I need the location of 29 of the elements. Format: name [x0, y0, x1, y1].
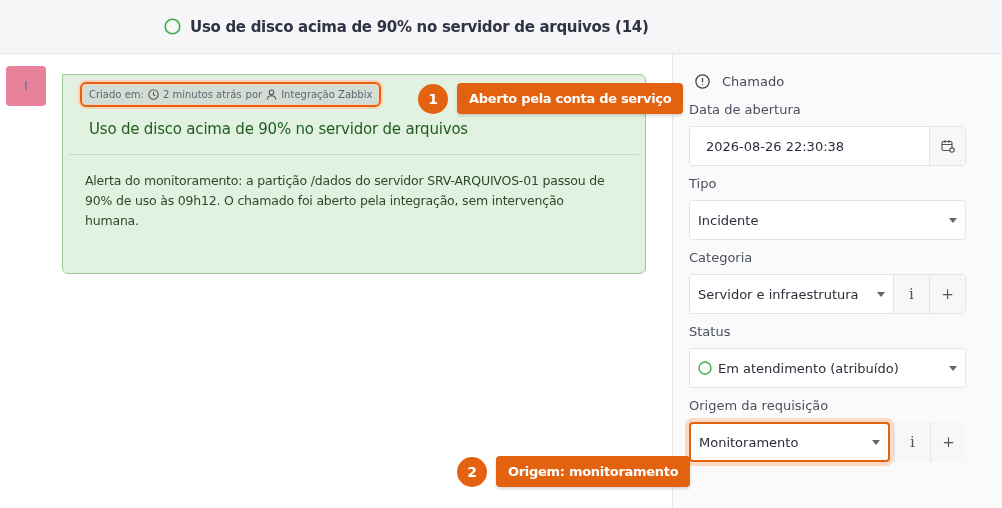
message-title: Uso de disco acima de 90% no servidor de arquivos	[89, 120, 469, 138]
add-button[interactable]: +	[930, 422, 966, 462]
caret-icon	[949, 217, 957, 223]
by-label: por	[245, 89, 263, 100]
annotation-callout: Origem: monitoramento	[496, 456, 691, 487]
field-label: Categoria	[689, 250, 754, 267]
annotation-callout: Aberto pela conta de serviço	[457, 83, 684, 114]
field-label: Origem da requisição	[689, 398, 830, 415]
field-label: Tipo	[689, 176, 718, 193]
field-label: Status	[689, 324, 732, 341]
status-circle-icon	[698, 361, 712, 375]
select-field[interactable]: Em atendimento (atribuído)	[690, 349, 965, 387]
select-field[interactable]: Incidente	[690, 201, 965, 239]
panel-title: Chamado	[722, 73, 785, 89]
user-icon	[266, 89, 278, 100]
user-avatar: I	[6, 66, 46, 106]
info-button[interactable]: i	[894, 422, 930, 462]
created-time: 2 minutos atrás	[162, 89, 242, 100]
caret-icon	[949, 365, 957, 371]
step-badge: 2	[457, 456, 487, 487]
caret-icon	[872, 439, 880, 445]
ticket-title: Uso de disco acima de 90% no servidor de arquivos (14)	[190, 17, 649, 36]
message-body: Alerta do monitoramento: a partição /dados do servidor SRV-ARQUIVOS-01 passou de 90% de uso às 09h12. O chamado foi aberto pela integração, sem intervenção humana.	[85, 172, 605, 230]
alert-icon	[695, 73, 710, 89]
author-name: Integração Zabbix	[281, 89, 373, 100]
clock-icon	[147, 89, 159, 100]
field-label: Data de abertura	[689, 102, 802, 119]
status-circle-icon	[164, 18, 181, 35]
created-label: Criado em:	[89, 89, 144, 100]
